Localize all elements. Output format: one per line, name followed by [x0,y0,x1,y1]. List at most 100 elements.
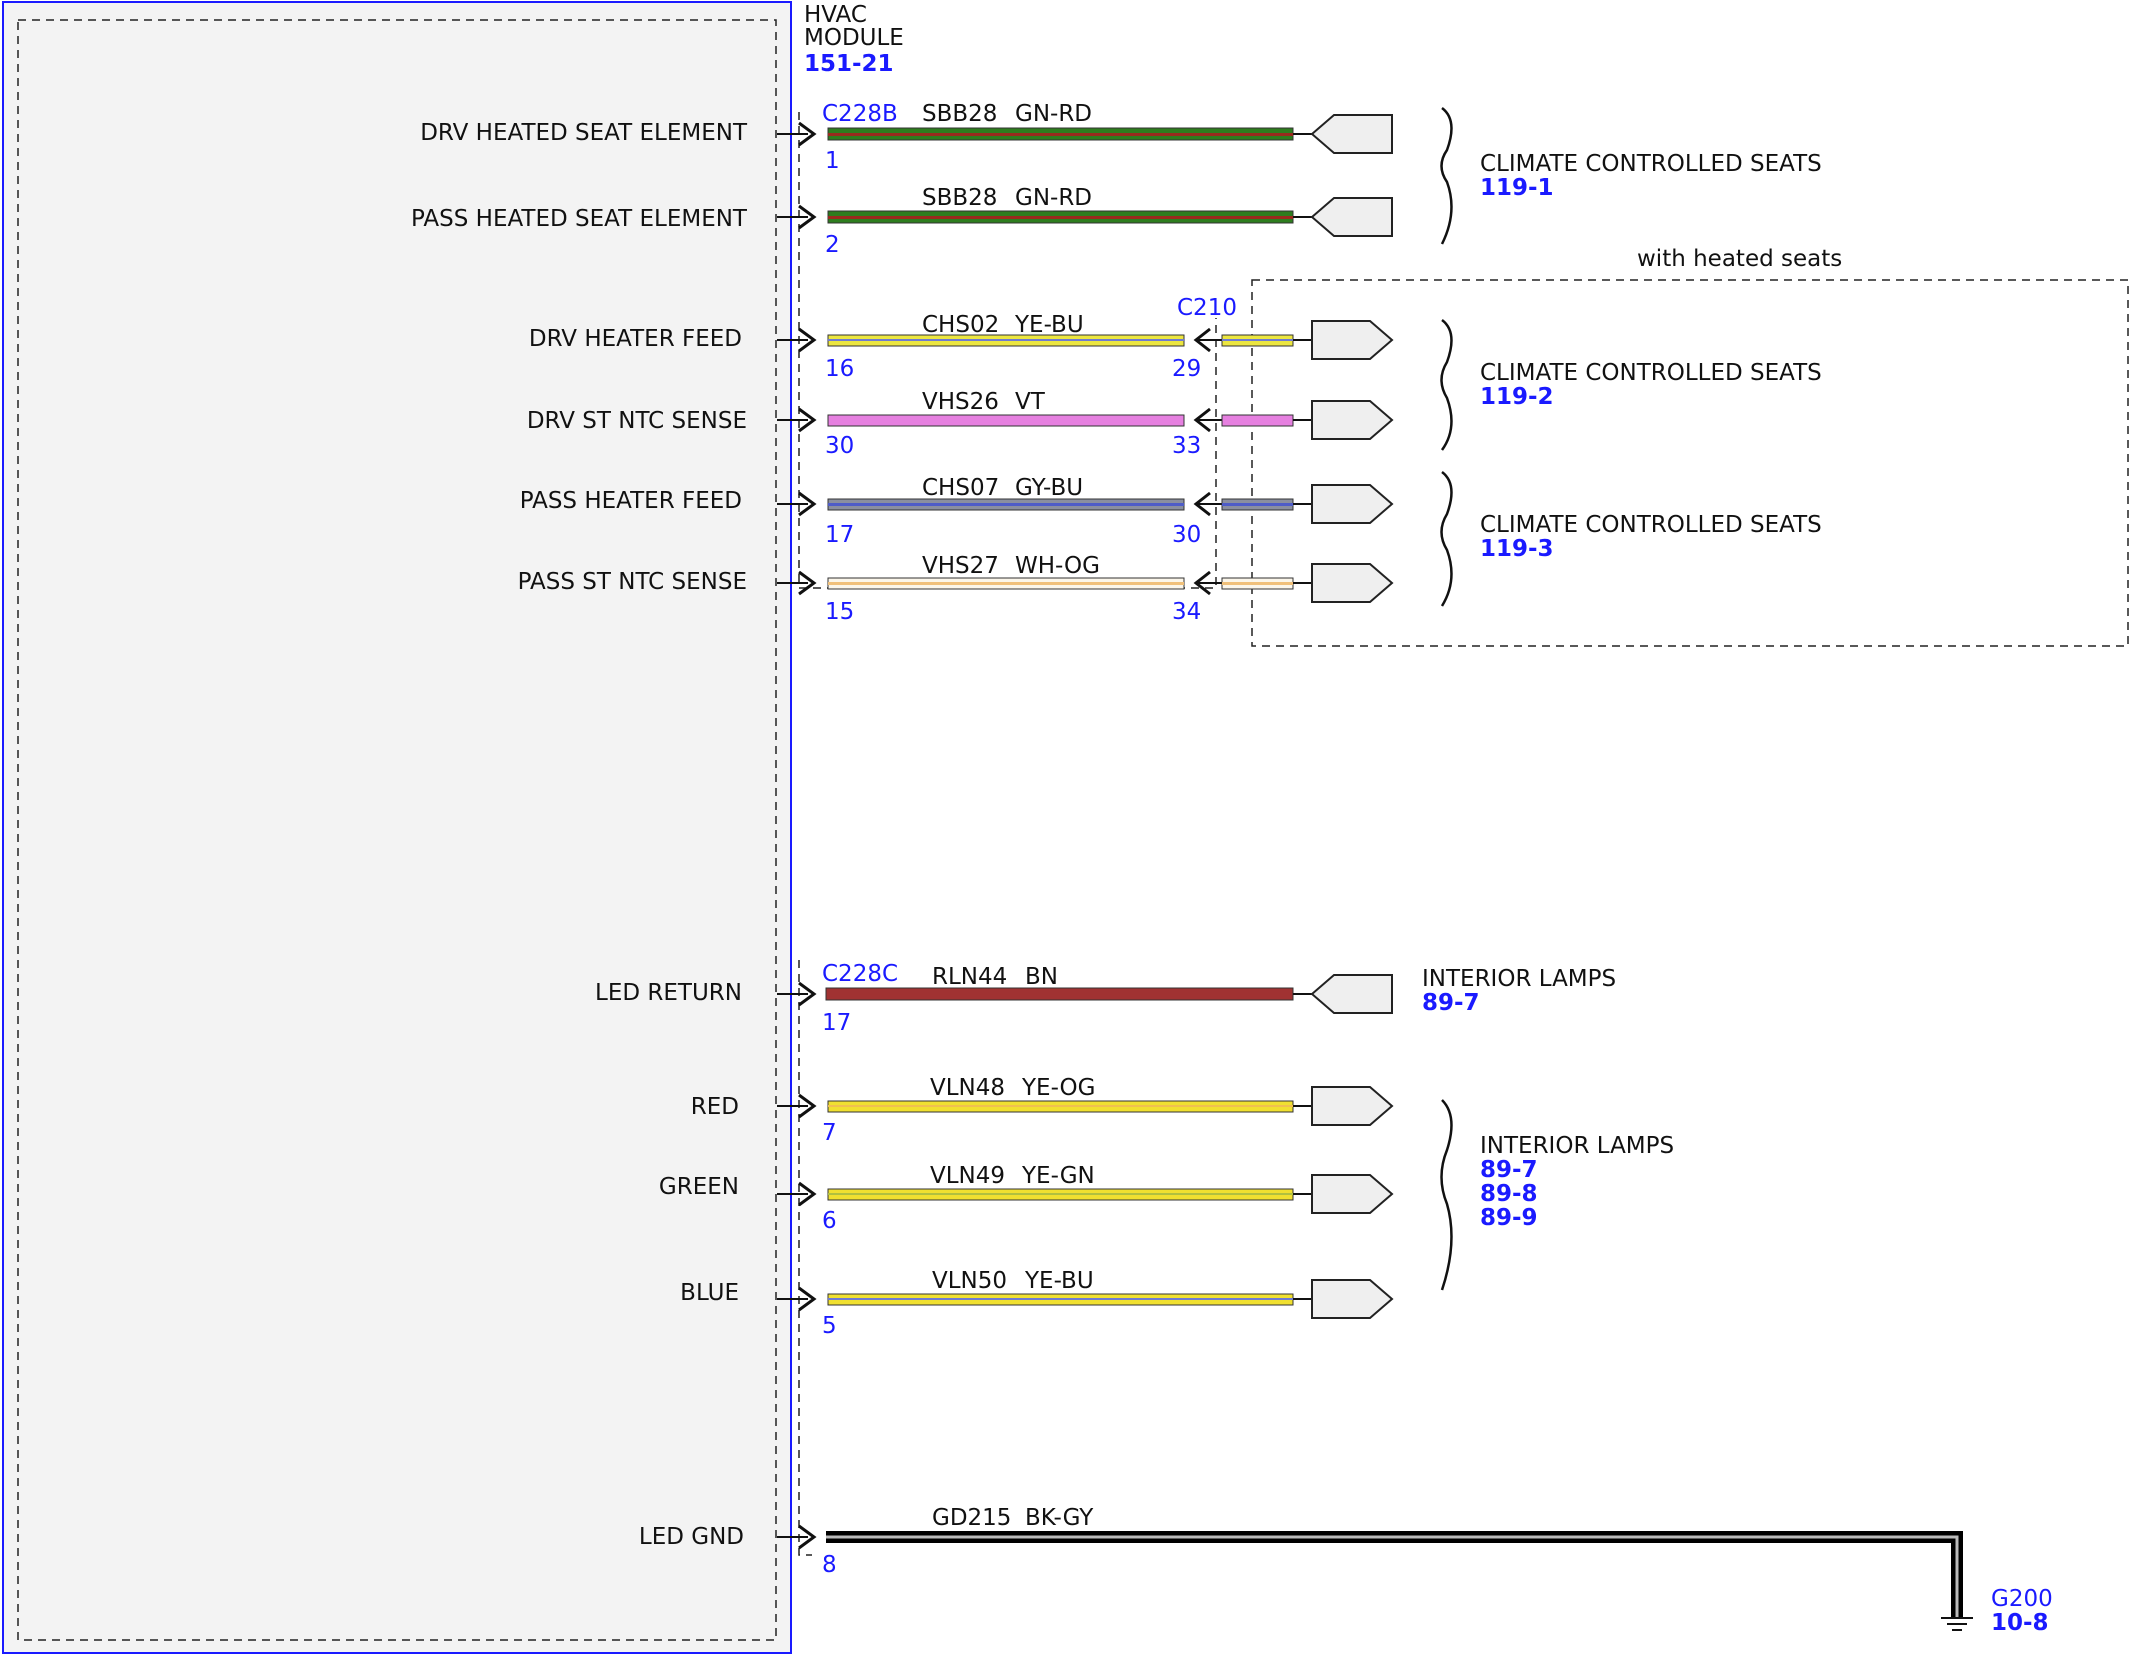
wire-gd215[interactable] [826,1531,1963,1618]
destination-ref[interactable]: 89-8 [1480,1181,1538,1207]
terminal-male[interactable] [1311,484,1394,524]
circuit-id: VLN50 [932,1268,1007,1294]
destination-name: CLIMATE CONTROLLED SEATS [1480,512,1822,538]
signal-label: PASS HEATED SEAT ELEMENT [411,206,748,232]
c210-pin-number: 29 [1172,356,1201,382]
signal-label: DRV HEATER FEED [529,326,742,352]
signal-label: LED GND [639,1524,744,1550]
wire-color-code: GN-RD [1015,101,1092,127]
ground-name[interactable]: G200 [1991,1586,2053,1612]
destination-name: CLIMATE CONTROLLED SEATS [1480,151,1822,177]
circuit-id: SBB28 [922,101,997,127]
option-label: with heated seats [1637,246,1842,272]
wire-color-code: YE-OG [1021,1075,1095,1101]
signal-label: DRV HEATED SEAT ELEMENT [420,120,748,146]
pin-number: 15 [825,599,854,625]
circuit-id: GD215 [932,1505,1011,1531]
wire-stripe [826,1535,1959,1618]
destination-ref[interactable]: 89-7 [1480,1157,1538,1183]
circuit-id: CHS02 [922,312,999,338]
destination-ref[interactable]: 119-2 [1480,384,1554,410]
wire-color-code: BK-GY [1025,1505,1094,1531]
terminal-female[interactable] [1310,974,1393,1014]
circuit-id: VLN48 [930,1075,1005,1101]
wire-color-code: YE-BU [1024,1268,1094,1294]
c210-pin-number: 30 [1172,522,1201,548]
wire-color-code: WH-OG [1015,553,1100,579]
pin-number: 17 [822,1010,851,1036]
wire-vhs26[interactable] [827,414,1185,427]
wire-stripe [828,582,1184,585]
pin-number: 16 [825,356,854,382]
terminal-male[interactable] [1311,1279,1394,1319]
wire-color-code: VT [1015,389,1046,415]
circuit-id: VHS26 [922,389,999,415]
wire-stripe [828,503,1184,506]
connector-c228b[interactable]: C228B [822,101,898,127]
grouping-brace [1440,1099,1453,1291]
c210-pin-number: 34 [1172,599,1201,625]
terminal-male[interactable] [1311,1174,1394,1214]
grouping-brace [1440,319,1453,451]
destination-ref[interactable]: 119-3 [1480,536,1554,562]
destination-name: INTERIOR LAMPS [1480,1133,1674,1159]
wire-stripe [1222,339,1293,341]
pin-number: 7 [822,1120,837,1146]
grouping-brace [1440,471,1453,607]
pin-number: 6 [822,1208,837,1234]
hvac-module-box [2,1,792,1654]
circuit-id: VLN49 [930,1163,1005,1189]
terminal-male[interactable] [1311,563,1394,603]
destination-ref[interactable]: 89-9 [1480,1205,1538,1231]
connector-c210[interactable]: C210 [1177,295,1237,321]
grouping-brace [1440,107,1453,245]
circuit-id: CHS07 [922,475,999,501]
terminal-male[interactable] [1311,320,1394,360]
wire-stripe [1222,503,1293,506]
signal-label: PASS HEATER FEED [520,488,742,514]
destination-name: CLIMATE CONTROLLED SEATS [1480,360,1822,386]
wire-stripe [1222,582,1293,585]
c228c-outline [798,960,812,1556]
pin-number: 30 [825,433,854,459]
connector-c228c[interactable]: C228C [822,961,898,987]
terminal-male[interactable] [1311,400,1394,440]
destination-name: INTERIOR LAMPS [1422,966,1616,992]
c228b-outline [798,112,1217,589]
wire-stripe [828,216,1293,219]
wire-stripe [828,133,1293,136]
pin-number: 1 [825,148,840,174]
wire-stripe [828,1105,1293,1107]
wiring-diagram: HVAC MODULE 151-21 with heated seats C22… [2,1,2129,1654]
destination-ref[interactable]: 89-7 [1422,990,1480,1016]
wire-stripe [828,339,1184,341]
terminal-male[interactable] [1311,1086,1394,1126]
wire-color-code: GN-RD [1015,185,1092,211]
pin-number: 2 [825,232,840,258]
wire-color-code: GY-BU [1015,475,1083,501]
pin-number: 17 [825,522,854,548]
wire-color-code: YE-GN [1021,1163,1095,1189]
signal-label: RED [691,1094,739,1120]
signal-label: GREEN [659,1174,739,1200]
module-title-line2: MODULE [804,25,904,51]
terminal-female[interactable] [1310,114,1393,154]
signal-label: PASS ST NTC SENSE [518,569,747,595]
wire-stripe [828,1298,1293,1300]
wire-stripe [828,1193,1293,1195]
module-ref[interactable]: 151-21 [804,51,894,77]
circuit-id: VHS27 [922,553,999,579]
destination-ref[interactable]: 119-1 [1480,175,1554,201]
wire-color-code: BN [1025,964,1058,990]
pin-number: 5 [822,1313,837,1339]
wire-color-code: YE-BU [1014,312,1084,338]
wire-vhs26-seat-side[interactable] [1221,414,1294,427]
c210-pin-number: 33 [1172,433,1201,459]
wire-rln44[interactable] [825,987,1294,1001]
signal-label: BLUE [680,1280,739,1306]
ground-ref[interactable]: 10-8 [1991,1610,2049,1636]
terminal-female[interactable] [1310,197,1393,237]
signal-label: DRV ST NTC SENSE [527,408,747,434]
circuit-id: SBB28 [922,185,997,211]
circuit-id: RLN44 [932,964,1007,990]
